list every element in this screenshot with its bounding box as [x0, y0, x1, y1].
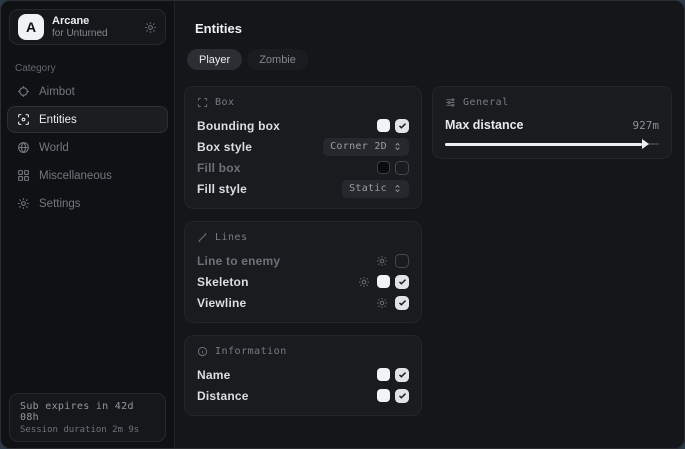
sidebar-item-entities[interactable]: Entities — [7, 106, 168, 133]
info-icon — [197, 346, 208, 357]
section-title: Information — [215, 346, 287, 357]
tab-zombie[interactable]: Zombie — [247, 49, 308, 70]
main-panel: Entities Player Zombie Box Bounding box — [175, 1, 684, 448]
sidebar-item-label: Settings — [39, 198, 81, 210]
session-duration-text: Session duration 2m 9s — [20, 425, 155, 435]
sidebar-item-world[interactable]: World — [7, 134, 168, 161]
app-header-card: A Arcane for Unturned — [9, 9, 166, 45]
page-title: Entities — [195, 21, 672, 36]
line-to-enemy-checkbox[interactable] — [395, 254, 409, 268]
color-swatch[interactable] — [377, 161, 390, 174]
sidebar-item-label: Miscellaneous — [39, 170, 112, 182]
color-swatch[interactable] — [377, 368, 390, 381]
setting-row-line-to-enemy: Line to enemy — [197, 250, 409, 271]
sidebar-item-label: Entities — [39, 114, 77, 126]
bounding-box-checkbox[interactable] — [395, 119, 409, 133]
gear-icon[interactable] — [144, 21, 157, 34]
fill-box-checkbox[interactable] — [395, 161, 409, 175]
section-title: Lines — [215, 232, 248, 243]
lines-section-card: Lines Line to enemy Skeleton — [184, 221, 422, 323]
category-label: Category — [15, 63, 174, 74]
box-section-card: Box Bounding box Box style Corner 2D — [184, 86, 422, 209]
name-checkbox[interactable] — [395, 368, 409, 382]
tab-player[interactable]: Player — [187, 49, 242, 70]
setting-row-box-style: Box style Corner 2D — [197, 136, 409, 157]
box-style-dropdown[interactable]: Corner 2D — [323, 138, 409, 156]
setting-row-name: Name — [197, 364, 409, 385]
gear-icon[interactable] — [376, 255, 388, 267]
setting-row-fill-style: Fill style Static — [197, 178, 409, 199]
setting-row-bounding-box: Bounding box — [197, 115, 409, 136]
color-swatch[interactable] — [377, 389, 390, 402]
app-subtitle: for Unturned — [52, 28, 136, 40]
sidebar-item-label: World — [39, 142, 69, 154]
globe-icon — [17, 141, 30, 154]
setting-row-fill-box: Fill box — [197, 157, 409, 178]
box-corners-icon — [197, 97, 208, 108]
slider-thumb[interactable] — [642, 139, 649, 149]
chevrons-up-down-icon — [393, 142, 402, 151]
app-window: A Arcane for Unturned Category Aimbot — [0, 0, 685, 449]
gear-icon[interactable] — [358, 276, 370, 288]
section-title: General — [463, 97, 509, 108]
sidebar: A Arcane for Unturned Category Aimbot — [1, 1, 175, 448]
fill-style-dropdown[interactable]: Static — [342, 180, 409, 198]
app-title: Arcane — [52, 15, 136, 28]
setting-row-viewline: Viewline — [197, 292, 409, 313]
section-title: Box — [215, 97, 235, 108]
sidebar-item-settings[interactable]: Settings — [7, 190, 168, 217]
gear-icon[interactable] — [376, 297, 388, 309]
crosshair-icon — [17, 85, 30, 98]
subscription-info-card: Sub expires in 42d 08h Session duration … — [9, 393, 166, 442]
color-swatch[interactable] — [377, 275, 390, 288]
scan-eye-icon — [17, 113, 30, 126]
viewline-checkbox[interactable] — [395, 296, 409, 310]
setting-row-max-distance: Max distance 927m — [445, 115, 659, 135]
sidebar-item-label: Aimbot — [39, 86, 75, 98]
entity-tabs: Player Zombie — [187, 49, 672, 70]
sidebar-nav: Aimbot Entities World Miscellaneous — [1, 78, 174, 218]
chevrons-up-down-icon — [393, 184, 402, 193]
color-swatch[interactable] — [377, 119, 390, 132]
distance-checkbox[interactable] — [395, 389, 409, 403]
slider-fill — [445, 143, 642, 146]
grid-icon — [17, 169, 30, 182]
setting-row-skeleton: Skeleton — [197, 271, 409, 292]
skeleton-checkbox[interactable] — [395, 275, 409, 289]
max-distance-slider[interactable] — [445, 139, 659, 149]
general-section-card: General Max distance 927m — [432, 86, 672, 159]
max-distance-value: 927m — [633, 119, 660, 132]
information-section-card: Information Name Distance — [184, 335, 422, 416]
sub-expiry-text: Sub expires in 42d 08h — [20, 401, 155, 423]
sidebar-item-aimbot[interactable]: Aimbot — [7, 78, 168, 105]
setting-row-distance: Distance — [197, 385, 409, 406]
gear-icon — [17, 197, 30, 210]
line-icon — [197, 232, 208, 243]
sliders-icon — [445, 97, 456, 108]
app-logo: A — [18, 14, 44, 40]
sidebar-item-miscellaneous[interactable]: Miscellaneous — [7, 162, 168, 189]
